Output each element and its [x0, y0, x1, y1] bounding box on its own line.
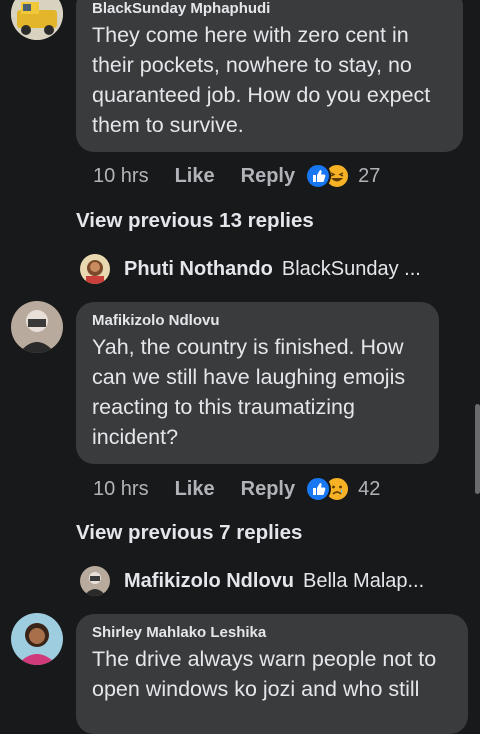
reply-snippet: Bella Malap...: [303, 569, 425, 592]
commenter-avatar[interactable]: [11, 301, 63, 353]
reply-button[interactable]: Reply: [241, 165, 295, 188]
reply-avatar: [80, 254, 110, 284]
comment-text: They come here with zero cent in their p…: [92, 23, 431, 137]
comment-bubble[interactable]: BlackSunday Mphaphudi They come here wit…: [76, 0, 463, 152]
like-icon: [305, 163, 332, 189]
comment-author[interactable]: Mafikizolo Ndlovu: [92, 312, 423, 329]
like-button[interactable]: Like: [175, 165, 215, 188]
latest-reply-preview[interactable]: Mafikizolo Ndlovu Bella Malap...: [80, 566, 424, 596]
comment-text: The drive always warn people not to open…: [92, 647, 437, 701]
reply-author[interactable]: Phuti Nothando: [124, 258, 273, 281]
like-button[interactable]: Like: [175, 478, 215, 501]
person-avatar-image: [11, 613, 63, 665]
like-icon: [305, 476, 332, 502]
commenter-avatar[interactable]: [11, 613, 63, 665]
reaction-summary[interactable]: [305, 163, 351, 189]
comment-author[interactable]: Shirley Mahlako Leshika: [92, 624, 452, 641]
reaction-summary[interactable]: [305, 476, 351, 502]
comment-bubble[interactable]: Shirley Mahlako Leshika The drive always…: [76, 614, 468, 734]
comment-bubble[interactable]: Mafikizolo Ndlovu Yah, the country is fi…: [76, 302, 439, 464]
latest-reply-preview[interactable]: Phuti Nothando BlackSunday ...: [80, 254, 421, 284]
reply-button[interactable]: Reply: [241, 478, 295, 501]
reply-author[interactable]: Mafikizolo Ndlovu: [124, 570, 294, 593]
reply-avatar: [80, 566, 110, 596]
comment-actions: 10 hrs Like Reply 27: [93, 163, 380, 189]
comment-text: Yah, the country is finished. How can we…: [92, 335, 406, 449]
view-previous-replies-link[interactable]: View previous 13 replies: [76, 209, 314, 233]
comment-actions: 10 hrs Like Reply 42: [93, 476, 380, 502]
view-previous-replies-link[interactable]: View previous 7 replies: [76, 521, 302, 545]
comment-author[interactable]: BlackSunday Mphaphudi: [92, 0, 447, 17]
comment-timestamp[interactable]: 10 hrs: [93, 165, 149, 188]
reaction-count: 27: [358, 164, 381, 187]
comment-timestamp[interactable]: 10 hrs: [93, 478, 149, 501]
truck-avatar-image: [11, 0, 63, 40]
reaction-count: 42: [358, 477, 381, 500]
reply-snippet: BlackSunday ...: [281, 257, 421, 280]
scrollbar[interactable]: [475, 404, 480, 494]
person-avatar-image: [11, 301, 63, 353]
commenter-avatar[interactable]: [11, 0, 63, 40]
